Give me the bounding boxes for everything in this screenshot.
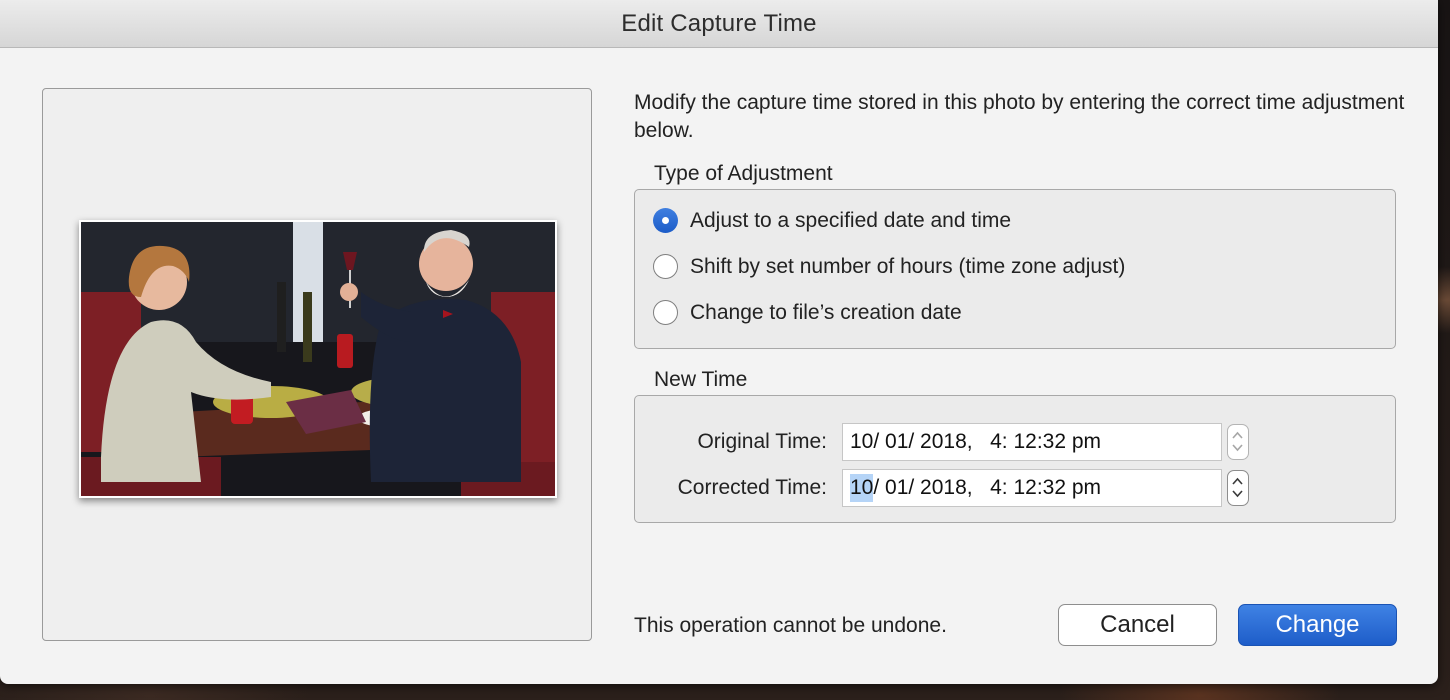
intro-text: Modify the capture time stored in this p…	[634, 91, 1405, 142]
radio-button[interactable]	[653, 254, 678, 279]
edit-capture-time-dialog: Edit Capture Time Modify the capture tim…	[0, 0, 1438, 684]
photo-thumbnail	[79, 220, 557, 498]
dialog-title: Edit Capture Time	[0, 0, 1438, 48]
corrected-time-stepper[interactable]	[1227, 470, 1249, 506]
original-time-stepper[interactable]	[1227, 424, 1249, 460]
corrected-time-field[interactable]: 10/ 01/ 2018, 4: 12:32 pm	[842, 469, 1222, 507]
original-time-field[interactable]: 10/ 01/ 2018, 4: 12:32 pm	[842, 423, 1222, 461]
radio-file-creation-date[interactable]: Change to file’s creation date	[653, 300, 962, 325]
corrected-time-value: / 01/ 2018, 4: 12:32 pm	[873, 476, 1102, 499]
corrected-time-label: Corrected Time:	[677, 476, 827, 499]
radio-label: Adjust to a specified date and time	[690, 208, 1012, 232]
new-time-group-label: New Time	[654, 368, 748, 391]
selected-month-segment[interactable]: 10	[850, 474, 874, 502]
radio-specified-date[interactable]: Adjust to a specified date and time	[653, 208, 1011, 233]
radio-shift-hours[interactable]: Shift by set number of hours (time zone …	[653, 254, 1125, 279]
chevron-up-icon	[1232, 477, 1243, 485]
chevron-down-icon	[1232, 444, 1243, 452]
warning-text: This operation cannot be undone.	[634, 614, 947, 637]
cancel-button[interactable]: Cancel	[1058, 604, 1217, 646]
original-time-value: 10/ 01/ 2018, 4: 12:32 pm	[850, 430, 1102, 453]
radio-button-selected[interactable]	[653, 208, 678, 233]
radio-label: Change to file’s creation date	[690, 300, 962, 324]
radio-label: Shift by set number of hours (time zone …	[690, 254, 1126, 278]
new-time-groupbox: Original Time: 10/ 01/ 2018, 4: 12:32 pm…	[634, 395, 1396, 523]
chevron-down-icon	[1232, 490, 1243, 498]
adjustment-groupbox: Adjust to a specified date and time Shif…	[634, 189, 1396, 349]
photo-preview-pane	[42, 88, 592, 641]
original-time-label: Original Time:	[697, 430, 827, 453]
adjustment-group-label: Type of Adjustment	[654, 162, 833, 185]
chevron-up-icon	[1232, 431, 1243, 439]
radio-button[interactable]	[653, 300, 678, 325]
change-button[interactable]: Change	[1238, 604, 1397, 646]
